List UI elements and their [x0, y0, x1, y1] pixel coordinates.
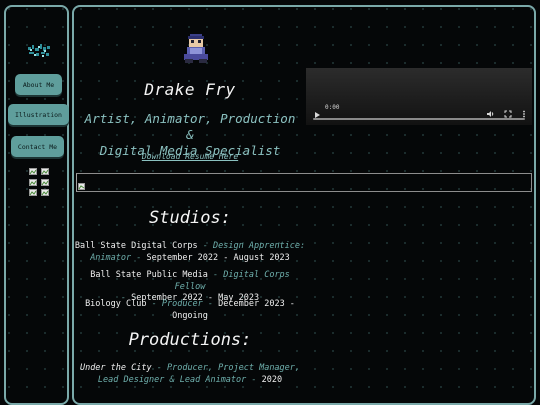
separator: - [202, 299, 219, 309]
logo-icon[interactable] [26, 42, 52, 60]
separator: - [197, 241, 214, 251]
separator: - [131, 252, 147, 263]
list-item: Under the City - Producer, Project Manag… [74, 363, 306, 386]
broken-image-icon[interactable] [41, 168, 49, 175]
studio-role: Design Apprentice: [213, 241, 306, 251]
play-icon[interactable] [314, 104, 321, 123]
broken-image-icon[interactable] [29, 179, 37, 186]
video-time: 0:00 [325, 104, 340, 111]
studio-dates: Ongoing [172, 310, 208, 321]
separator: - [207, 270, 224, 280]
studio-role: Producer [161, 299, 203, 309]
nav-illustration-label: Illustration [15, 110, 62, 119]
separator: - [246, 374, 262, 385]
broken-image-icon [78, 175, 85, 190]
broken-image-icon[interactable] [29, 168, 37, 175]
video-controls: 0:00 [306, 99, 532, 125]
studios-heading: Studios: [149, 208, 231, 228]
nav-contact-me-button[interactable]: Contact Me [11, 136, 64, 157]
video-progress-bar[interactable] [313, 118, 525, 120]
productions-heading: Productions: [128, 330, 252, 350]
subtitle-line: Artist, Animator, Production & [84, 111, 296, 142]
nav-contact-me-label: Contact Me [17, 142, 58, 151]
studio-name: Ball State Digital Corps [74, 241, 198, 251]
list-item: Ball State Digital Corps - Design Appren… [74, 241, 306, 264]
page-title: Drake Fry [144, 80, 236, 99]
studio-name: Ball State Public Media [90, 270, 208, 280]
list-item: Biology Club - Producer - December 2023 … [74, 299, 306, 322]
broken-image-icon[interactable] [29, 189, 37, 196]
sidebar: About Me Illustration Contact Me [4, 5, 69, 405]
studio-name: Biology Club [85, 299, 147, 309]
download-resume-link[interactable]: Download Resume Here [74, 152, 306, 161]
broken-image-icon[interactable] [41, 189, 49, 196]
nav-illustration-button[interactable]: Illustration [8, 104, 69, 125]
nav-about-me-label: About Me [22, 80, 55, 89]
broken-image-icon[interactable] [41, 179, 49, 186]
separator: - [151, 363, 167, 373]
separator: - [146, 299, 162, 309]
production-year: 2020 [261, 374, 283, 385]
production-title: Under the City [79, 363, 152, 373]
video-player[interactable]: 0:00 [306, 68, 532, 125]
avatar [181, 32, 211, 64]
main-panel: Drake Fry Artist, Animator, Production &… [72, 5, 536, 405]
production-role: Lead Designer & Lead Animator [97, 374, 247, 385]
production-role: Producer, Project Manager, [166, 363, 301, 373]
studio-dates: September 2022 - August 2023 [146, 252, 290, 263]
studio-dates: December 2023 - [218, 299, 295, 309]
nav-about-me-button[interactable]: About Me [15, 74, 62, 95]
broken-image-frame [76, 173, 532, 192]
studio-role: Animator [90, 252, 132, 263]
